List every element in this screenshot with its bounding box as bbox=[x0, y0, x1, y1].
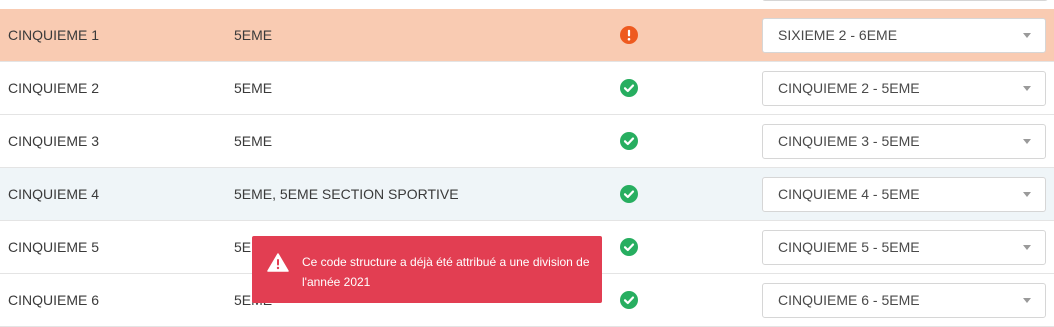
toast-message: Ce code structure a déjà été attribué a … bbox=[302, 255, 590, 289]
table-row: CINQUIEME 3 5EME CINQUIEME 3 - 5EME bbox=[0, 115, 1054, 168]
division-select-value: CINQUIEME 3 - 5EME bbox=[778, 133, 920, 149]
check-circle-icon bbox=[620, 185, 638, 203]
chevron-down-icon bbox=[1023, 33, 1031, 38]
division-level: 5EME bbox=[234, 80, 273, 96]
division-select[interactable]: SIXIEME 2 - 6EME bbox=[762, 18, 1046, 53]
check-circle-icon bbox=[620, 238, 638, 256]
division-level: 5EME bbox=[234, 133, 273, 149]
division-name: CINQUIEME 6 bbox=[8, 292, 100, 308]
check-circle-icon bbox=[620, 291, 638, 309]
division-name: CINQUIEME 2 bbox=[8, 80, 100, 96]
division-select[interactable]: CINQUIEME 4 - 5EME bbox=[762, 177, 1046, 212]
division-level: 5EME bbox=[234, 27, 273, 43]
warning-triangle-icon bbox=[267, 253, 289, 275]
division-name: CINQUIEME 4 bbox=[8, 186, 100, 202]
check-circle-icon bbox=[620, 79, 638, 97]
exclamation-circle-icon bbox=[620, 26, 638, 44]
division-select-value: CINQUIEME 6 - 5EME bbox=[778, 292, 920, 308]
division-select[interactable]: CINQUIEME 5 - 5EME bbox=[762, 230, 1046, 265]
division-select-value: CINQUIEME 5 - 5EME bbox=[778, 239, 920, 255]
chevron-down-icon bbox=[1023, 298, 1031, 303]
division-select[interactable]: CINQUIEME 3 - 5EME bbox=[762, 124, 1046, 159]
division-name: CINQUIEME 3 bbox=[8, 133, 100, 149]
table-row: CINQUIEME 2 5EME CINQUIEME 2 - 5EME bbox=[0, 62, 1054, 115]
chevron-down-icon bbox=[1023, 86, 1031, 91]
division-level: 5EME, 5EME SECTION SPORTIVE bbox=[234, 186, 459, 202]
previous-select-edge bbox=[762, 0, 1048, 1]
check-circle-icon bbox=[620, 132, 638, 150]
division-select[interactable]: CINQUIEME 6 - 5EME bbox=[762, 283, 1046, 318]
error-toast[interactable]: Ce code structure a déjà été attribué a … bbox=[252, 236, 602, 303]
chevron-down-icon bbox=[1023, 192, 1031, 197]
division-select-value: CINQUIEME 4 - 5EME bbox=[778, 186, 920, 202]
chevron-down-icon bbox=[1023, 139, 1031, 144]
division-select-value: CINQUIEME 2 - 5EME bbox=[778, 80, 920, 96]
table-row: CINQUIEME 4 5EME, 5EME SECTION SPORTIVE … bbox=[0, 168, 1054, 221]
chevron-down-icon bbox=[1023, 245, 1031, 250]
division-name: CINQUIEME 1 bbox=[8, 27, 100, 43]
division-select-value: SIXIEME 2 - 6EME bbox=[778, 27, 898, 43]
division-name: CINQUIEME 5 bbox=[8, 239, 100, 255]
division-select[interactable]: CINQUIEME 2 - 5EME bbox=[762, 71, 1046, 106]
table-row: CINQUIEME 1 5EME SIXIEME 2 - 6EME bbox=[0, 9, 1054, 62]
